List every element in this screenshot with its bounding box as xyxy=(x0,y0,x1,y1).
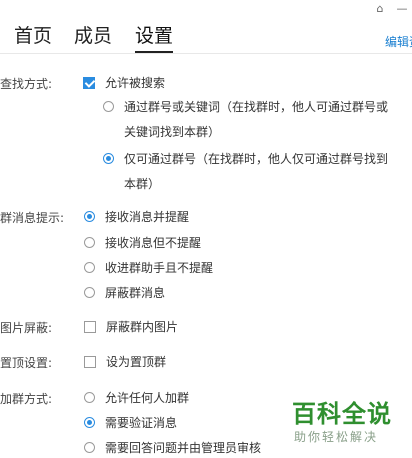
watermark-title: 百科全说 xyxy=(292,400,392,428)
radio-icon[interactable] xyxy=(103,101,114,112)
notify-option-text: 接收消息并提醒 xyxy=(105,210,190,224)
search-option-keyword-line2: 关键词找到本群） xyxy=(124,125,221,139)
checkbox-icon[interactable] xyxy=(84,320,96,333)
pin-checkbox[interactable]: 设为置顶群 xyxy=(84,353,166,370)
tab-home[interactable]: 首页 xyxy=(14,21,52,48)
join-option-text: 允许任何人加群 xyxy=(105,391,190,405)
notify-option-text: 收进群助手且不提醒 xyxy=(105,261,214,275)
edit-profile-link[interactable]: 编辑资 xyxy=(385,33,412,50)
allow-search-text: 允许被搜索 xyxy=(105,76,166,90)
image-block-label: 图片屏蔽: xyxy=(0,321,53,335)
radio-icon[interactable] xyxy=(84,237,95,248)
join-option-text: 需要验证消息 xyxy=(105,416,178,430)
join-option-question[interactable]: 需要回答问题并由管理员审核 xyxy=(84,439,261,456)
notify-label: 群消息提示: xyxy=(0,211,65,225)
join-option-anyone[interactable]: 允许任何人加群 xyxy=(84,389,189,406)
search-option-keyword-cont: 关键词找到本群） xyxy=(124,123,220,140)
notify-option-receive-silent[interactable]: 接收消息但不提醒 xyxy=(84,234,201,251)
search-option-number-only[interactable]: 仅可通过群号（在找群时，他人仅可通过群号找到 xyxy=(103,150,388,167)
search-option-keyword[interactable]: 通过群号或关键词（在找群时，他人可通过群号或 xyxy=(103,98,388,115)
join-option-text: 需要回答问题并由管理员审核 xyxy=(105,441,262,455)
checkbox-checked-icon[interactable] xyxy=(83,76,95,89)
header-divider xyxy=(0,53,412,54)
home-icon[interactable]: ⌂ xyxy=(374,3,386,15)
notify-option-receive-remind[interactable]: 接收消息并提醒 xyxy=(84,208,189,225)
radio-icon[interactable] xyxy=(84,262,95,273)
watermark-subtitle: 助你轻松解决 xyxy=(294,430,379,444)
notify-option-block[interactable]: 屏蔽群消息 xyxy=(84,284,165,301)
radio-selected-icon[interactable] xyxy=(103,153,114,164)
notify-option-assistant[interactable]: 收进群助手且不提醒 xyxy=(84,259,213,276)
search-option-keyword-line1: 通过群号或关键词（在找群时，他人可通过群号或 xyxy=(124,100,389,114)
join-method-label: 加群方式: xyxy=(0,392,53,406)
pin-text: 设为置顶群 xyxy=(106,355,167,369)
checkbox-icon[interactable] xyxy=(84,355,96,368)
image-block-checkbox[interactable]: 屏蔽群内图片 xyxy=(84,318,178,335)
radio-icon[interactable] xyxy=(84,392,95,403)
join-option-verify[interactable]: 需要验证消息 xyxy=(84,414,177,431)
radio-icon[interactable] xyxy=(84,287,95,298)
search-option-number-line1: 仅可通过群号（在找群时，他人仅可通过群号找到 xyxy=(124,152,389,166)
image-block-text: 屏蔽群内图片 xyxy=(106,320,179,334)
notify-option-text: 屏蔽群消息 xyxy=(105,286,166,300)
radio-icon[interactable] xyxy=(84,442,95,453)
minimize-icon[interactable]: — xyxy=(396,3,408,15)
radio-selected-icon[interactable] xyxy=(84,417,95,428)
pin-label: 置顶设置: xyxy=(0,356,53,370)
search-option-number-line2: 本群） xyxy=(124,177,161,191)
allow-search-checkbox[interactable]: 允许被搜索 xyxy=(83,74,165,91)
search-method-label: 查找方式: xyxy=(0,77,53,91)
tab-members[interactable]: 成员 xyxy=(74,21,112,48)
tab-settings[interactable]: 设置 xyxy=(135,21,174,53)
radio-selected-icon[interactable] xyxy=(84,211,95,222)
search-option-number-cont: 本群） xyxy=(124,175,160,192)
notify-option-text: 接收消息但不提醒 xyxy=(105,236,202,250)
